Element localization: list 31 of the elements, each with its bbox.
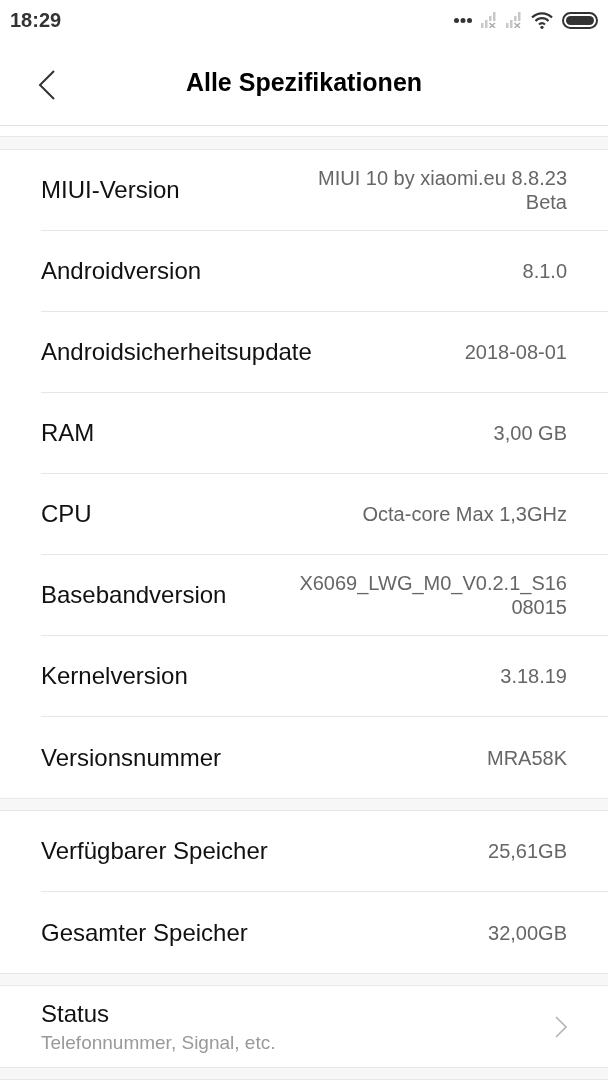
signal-bars-icon: [481, 12, 497, 28]
spec-label: Versionsnummer: [41, 742, 222, 773]
spec-label: Basebandversion: [41, 580, 227, 610]
page-title: Alle Spezifikationen: [185, 66, 423, 98]
wifi-icon: [531, 11, 553, 29]
spec-value: MIUI 10 by xiaomi.eu 8.8.23 Beta: [317, 166, 567, 214]
chevron-left-icon: [38, 70, 56, 100]
spec-value: X6069_LWG_M0_V0.2.1_S1608015: [298, 571, 567, 619]
spec-value: 2018-08-01: [464, 340, 567, 364]
spec-value: Octa-core Max 1,3GHz: [362, 502, 567, 526]
dots-icon: [454, 17, 472, 23]
spec-label: MIUI-Version: [41, 175, 180, 205]
status-title: Status: [41, 998, 111, 1029]
spec-label: Androidsicherheitsupdate: [41, 337, 312, 367]
status-time: 18:29: [10, 8, 62, 33]
spec-label: Verfügbarer Speicher: [41, 836, 268, 866]
spec-label: RAM: [41, 418, 95, 448]
spec-value: 3.18.19: [500, 664, 567, 688]
spec-value: 32,00GB: [488, 920, 567, 945]
spec-value: 25,61GB: [488, 839, 567, 863]
spec-value: 3,00 GB: [493, 421, 567, 445]
spec-value: MRA58K: [486, 745, 567, 770]
signal-bars-icon: [506, 12, 522, 28]
spec-label: Gesamter Speicher: [41, 917, 248, 948]
chevron-right-icon: [555, 1015, 567, 1038]
status-subtitle: Telefonnummer, Signal, etc.: [41, 1030, 276, 1055]
spec-value: 8.1.0: [522, 259, 567, 283]
spec-label: Androidversion: [41, 256, 202, 286]
spec-label: CPU: [41, 499, 92, 529]
spec-label: Kernelversion: [41, 661, 188, 691]
battery-icon: [562, 11, 598, 29]
